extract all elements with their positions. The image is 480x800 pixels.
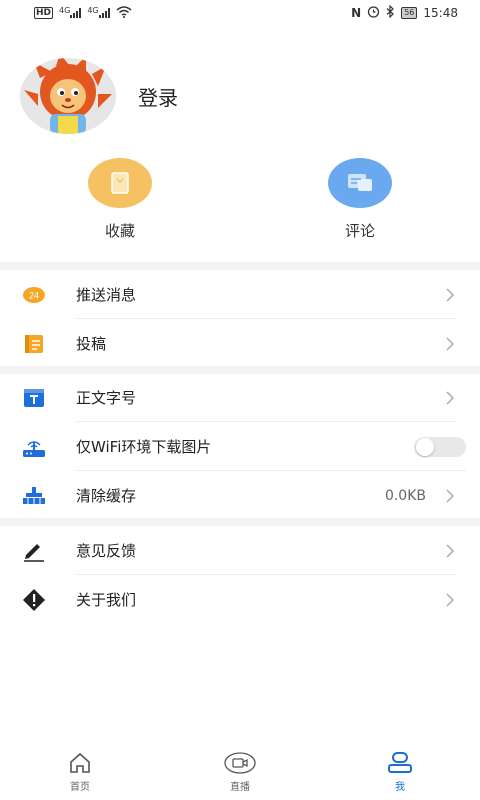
tab-label: 直播 (230, 782, 250, 793)
menu-label: 投稿 (76, 335, 107, 353)
menu-item-feedback[interactable]: 意见反馈 (0, 526, 480, 575)
tab-me[interactable]: 我 (360, 752, 440, 793)
push-24-icon: 24 (22, 283, 46, 307)
menu-label: 清除缓存 (76, 487, 137, 505)
clear-cache-icon (22, 484, 46, 508)
chevron-right-icon (446, 592, 455, 607)
menu-item-font-size[interactable]: 正文字号 (0, 373, 480, 422)
menu-label: 推送消息 (76, 286, 137, 304)
chevron-right-icon (446, 336, 455, 351)
font-size-icon (22, 386, 46, 410)
login-link[interactable]: 登录 (138, 82, 178, 111)
contribute-icon (22, 332, 46, 356)
menu-label: 意见反馈 (76, 542, 137, 560)
info-icon (22, 588, 46, 612)
status-bar: HD 4G 4G N 56 15:48 (0, 0, 480, 26)
tab-label: 我 (395, 782, 405, 793)
battery-indicator: 56 (401, 7, 418, 19)
home-icon (70, 752, 90, 773)
chevron-right-icon (446, 488, 455, 503)
menu-label: 关于我们 (76, 591, 137, 609)
tab-label: 首页 (70, 782, 90, 793)
favorites-label: 收藏 (104, 222, 135, 240)
comment-icon (328, 158, 392, 208)
bluetooth-icon (386, 4, 395, 21)
hd-indicator: HD (34, 7, 54, 19)
menu-item-push[interactable]: 24 推送消息 (0, 270, 480, 319)
nfc-icon: N (351, 6, 362, 20)
section-divider (0, 518, 480, 526)
wifi-icon (116, 5, 132, 21)
chevron-right-icon (446, 543, 455, 558)
tab-home[interactable]: 首页 (40, 752, 120, 793)
section-divider (0, 262, 480, 270)
status-right: N 56 15:48 (351, 4, 458, 21)
comments-label: 评论 (344, 222, 375, 240)
chevron-right-icon (446, 390, 455, 405)
wifi-router-icon (22, 435, 46, 459)
menu-label: 仅WiFi环境下载图片 (76, 438, 212, 456)
pen-icon (22, 539, 46, 563)
status-left: HD 4G 4G (34, 6, 132, 21)
menu-label: 正文字号 (76, 389, 137, 407)
menu-item-clear-cache[interactable]: 清除缓存 0.0KB (0, 471, 480, 520)
menu-item-wifi-images: 仅WiFi环境下载图片 (0, 422, 480, 471)
bookmark-icon (88, 158, 152, 208)
toggle-knob (416, 437, 434, 456)
signal-1: 4G (59, 6, 82, 21)
profile-header[interactable]: 登录 (20, 58, 178, 134)
tab-live[interactable]: 直播 (200, 752, 280, 793)
video-icon (224, 752, 256, 774)
user-icon (388, 752, 412, 773)
bottom-tab-bar: 首页 直播 我 (0, 748, 480, 800)
comments-button[interactable]: 评论 (300, 158, 420, 241)
menu-item-contribute[interactable]: 投稿 (0, 319, 480, 368)
wifi-only-toggle[interactable] (414, 436, 466, 457)
cache-size: 0.0KB (384, 487, 426, 504)
quick-actions: 收藏 评论 (0, 158, 480, 242)
signal-2: 4G (87, 6, 110, 21)
clock: 15:48 (423, 6, 458, 20)
menu-item-about[interactable]: 关于我们 (0, 575, 480, 624)
favorites-button[interactable]: 收藏 (60, 158, 180, 241)
alarm-icon (367, 5, 380, 21)
chevron-right-icon (446, 287, 455, 302)
avatar[interactable] (20, 58, 116, 134)
svg-text:24: 24 (29, 290, 39, 300)
